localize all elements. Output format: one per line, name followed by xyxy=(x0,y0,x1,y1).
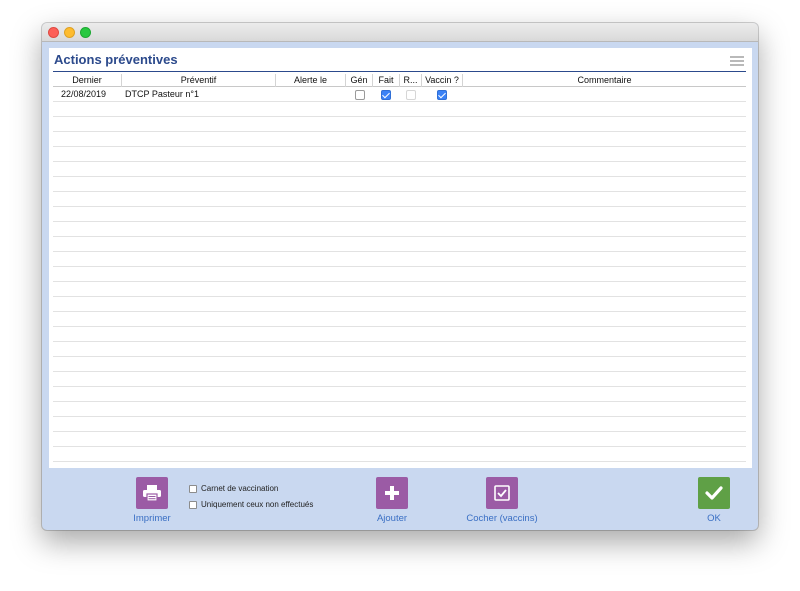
print-label[interactable]: Imprimer xyxy=(122,513,182,524)
zoom-window-button[interactable] xyxy=(80,27,91,38)
column-header-preventif[interactable]: Préventif xyxy=(122,74,276,87)
empty-table-row xyxy=(53,132,746,147)
table-header: Dernier Préventif Alerte le Gén Fait R..… xyxy=(53,74,746,87)
cell-dernier: 22/08/2019 xyxy=(61,89,107,99)
empty-table-row xyxy=(53,177,746,192)
add-button[interactable] xyxy=(376,477,408,509)
empty-table-row xyxy=(53,312,746,327)
gen-checkbox[interactable] xyxy=(355,90,365,100)
preventive-table: Dernier Préventif Alerte le Gén Fait R..… xyxy=(53,74,746,464)
column-header-commentaire[interactable]: Commentaire xyxy=(463,74,746,87)
non-effectues-option[interactable]: Uniquement ceux non effectués xyxy=(189,500,313,509)
empty-table-row xyxy=(53,222,746,237)
checkmark-icon xyxy=(705,486,723,500)
carnet-vaccination-checkbox[interactable] xyxy=(189,484,197,493)
cell-commentaire xyxy=(467,87,743,102)
empty-table-row xyxy=(53,102,746,117)
empty-table-row xyxy=(53,402,746,417)
empty-table-row xyxy=(53,372,746,387)
check-vaccines-label[interactable]: Cocher (vaccins) xyxy=(457,513,547,524)
empty-table-row xyxy=(53,342,746,357)
column-header-gen[interactable]: Gén xyxy=(346,74,373,87)
cell-alerte xyxy=(278,87,344,102)
r-checkbox xyxy=(406,90,416,100)
vaccin-checkbox[interactable] xyxy=(437,90,447,100)
empty-table-row xyxy=(53,282,746,297)
cell-preventif: DTCP Pasteur n°1 xyxy=(125,89,199,99)
add-label[interactable]: Ajouter xyxy=(362,513,422,524)
ok-label[interactable]: OK xyxy=(684,513,744,524)
column-header-vaccin[interactable]: Vaccin ? xyxy=(422,74,463,87)
empty-rows xyxy=(53,102,746,462)
check-vaccines-button[interactable] xyxy=(486,477,518,509)
empty-table-row xyxy=(53,117,746,132)
empty-table-row xyxy=(53,192,746,207)
empty-table-row xyxy=(53,252,746,267)
printer-icon xyxy=(143,485,161,502)
ok-button[interactable] xyxy=(698,477,730,509)
empty-table-row xyxy=(53,327,746,342)
empty-table-row xyxy=(53,357,746,372)
app-window: Actions préventives Dernier Préventif Al… xyxy=(42,23,758,530)
column-header-fait[interactable]: Fait xyxy=(373,74,400,87)
minimize-window-button[interactable] xyxy=(64,27,75,38)
empty-table-row xyxy=(53,417,746,432)
panel-title: Actions préventives xyxy=(54,52,178,67)
empty-table-row xyxy=(53,432,746,447)
title-divider xyxy=(53,71,746,72)
empty-table-row xyxy=(53,297,746,312)
empty-table-row xyxy=(53,207,746,222)
bottom-toolbar: Imprimer Carnet de vaccination Uniquemen… xyxy=(42,470,758,530)
non-effectues-label: Uniquement ceux non effectués xyxy=(201,500,314,509)
close-window-button[interactable] xyxy=(48,27,59,38)
column-header-r[interactable]: R... xyxy=(400,74,422,87)
table-row[interactable]: 22/08/2019 DTCP Pasteur n°1 xyxy=(53,87,746,102)
title-bar xyxy=(42,23,758,42)
fait-checkbox[interactable] xyxy=(381,90,391,100)
empty-table-row xyxy=(53,267,746,282)
empty-table-row xyxy=(53,147,746,162)
print-button[interactable] xyxy=(136,477,168,509)
empty-table-row xyxy=(53,237,746,252)
checkbox-icon xyxy=(494,485,510,501)
hamburger-menu-icon[interactable] xyxy=(730,56,744,67)
carnet-vaccination-option[interactable]: Carnet de vaccination xyxy=(189,484,278,493)
empty-table-row xyxy=(53,447,746,462)
carnet-vaccination-label: Carnet de vaccination xyxy=(201,484,279,493)
non-effectues-checkbox[interactable] xyxy=(189,500,197,509)
empty-table-row xyxy=(53,162,746,177)
empty-table-row xyxy=(53,387,746,402)
column-header-alerte[interactable]: Alerte le xyxy=(276,74,346,87)
plus-icon xyxy=(385,486,399,500)
column-header-dernier[interactable]: Dernier xyxy=(53,74,122,87)
preventive-actions-panel: Actions préventives Dernier Préventif Al… xyxy=(49,48,752,468)
